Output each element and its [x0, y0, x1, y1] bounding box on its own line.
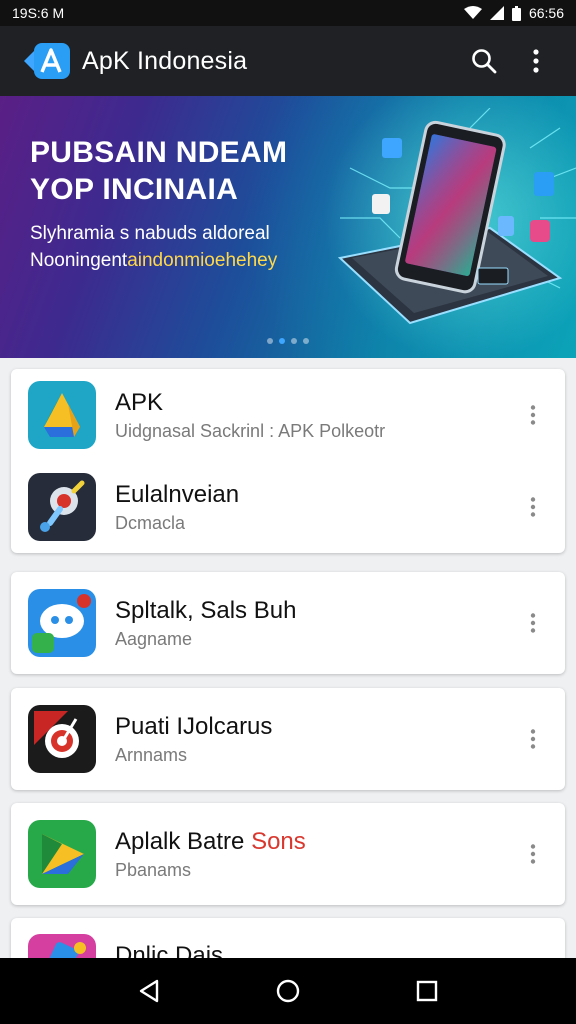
app-subtitle: Dcmacla: [115, 512, 186, 533]
back-button[interactable]: [119, 961, 179, 1021]
banner-headline-line2: YOP INCINAIA: [30, 173, 239, 206]
app-card: Spltalk, Sals Buh Aagname: [11, 572, 565, 674]
more-vert-icon: [530, 405, 536, 425]
app-subtitle: Pbanams: [115, 859, 192, 880]
banner-headline-line1: PUBSAIN NDEAM: [30, 136, 288, 169]
app-name-prefix: Aplalk Batre: [115, 827, 245, 855]
banner-sub-line1: Slyhramia s nabuds aldoreal: [30, 223, 270, 244]
page-dot: [291, 338, 297, 344]
target-icon: [28, 705, 96, 773]
banner-sub-prefix: Nooningent: [30, 250, 128, 271]
app-logo-icon: [24, 43, 70, 79]
banner-sub-highlight: aindonmioehehey: [127, 250, 278, 271]
app-title: ApK Indonesia: [82, 46, 248, 75]
list-item[interactable]: Dnlic Dais: [11, 918, 565, 958]
home-button[interactable]: [258, 961, 318, 1021]
app-name: Aplalk Batre Sons: [115, 828, 565, 856]
joystick-icon: [28, 473, 96, 541]
banner-page-indicator: [0, 338, 576, 344]
list-item[interactable]: Spltalk, Sals Buh Aagname: [11, 572, 565, 674]
item-more-button[interactable]: [519, 719, 547, 759]
list-item[interactable]: Eulalnveian Dcmacla: [11, 461, 565, 553]
app-subtitle: Uidgnasal Sackrinl : APK Polkeotr: [115, 420, 386, 441]
signal-icon: [489, 6, 504, 20]
item-more-button[interactable]: [519, 487, 547, 527]
battery-icon: [511, 5, 521, 21]
drive-green-icon: [28, 820, 96, 888]
wifi-icon: [463, 6, 482, 19]
app-card: Puati IJolcarus Arnnams: [11, 688, 565, 790]
overflow-menu-button[interactable]: [510, 35, 562, 87]
back-triangle-icon: [140, 979, 159, 1003]
app-name: Eulalnveian: [115, 480, 240, 508]
app-name: APK: [115, 388, 164, 416]
app-card: Aplalk Batre Sons Pbanams: [11, 803, 565, 905]
banner-sub-line2: Nooningentaindonmioehehey: [30, 247, 330, 274]
list-item[interactable]: Aplalk Batre Sons Pbanams: [11, 803, 565, 905]
home-circle-icon: [276, 979, 300, 1003]
phone-illustration: [337, 108, 576, 325]
promo-banner[interactable]: PUBSAIN NDEAM YOP INCINAIA Slyhramia s n…: [0, 96, 576, 358]
item-more-button[interactable]: [519, 603, 547, 643]
status-time-left: 19S:6 M: [12, 5, 65, 21]
status-time-right: 66:56: [528, 5, 564, 21]
page-dot: [267, 338, 273, 344]
recents-button[interactable]: [397, 961, 457, 1021]
app-name: Dnlic Dais: [115, 942, 224, 958]
system-nav-bar: [0, 958, 576, 1024]
more-vert-icon: [530, 729, 536, 749]
page-dot-active: [279, 338, 285, 344]
list-item[interactable]: APK Uidgnasal Sackrinl : APK Polkeotr: [11, 369, 565, 461]
status-bar: 19S:6 M 66:56: [0, 0, 576, 26]
more-vert-icon: [530, 613, 536, 633]
banner-subtitle: Slyhramia s nabuds aldoreal Nooningentai…: [30, 220, 330, 274]
status-icons: 66:56: [463, 5, 564, 21]
item-more-button[interactable]: [519, 395, 547, 435]
app-name: Spltalk, Sals Buh: [115, 596, 297, 624]
search-icon: [472, 49, 497, 74]
app-card: APK Uidgnasal Sackrinl : APK Polkeotr Eu…: [11, 369, 565, 553]
app-card: Dnlic Dais: [11, 918, 565, 958]
chat-bubble-icon: [28, 589, 96, 657]
drive-triangle-icon: [28, 381, 96, 449]
page-dot: [303, 338, 309, 344]
item-more-button[interactable]: [519, 948, 547, 958]
app-bar: ApK Indonesia: [0, 26, 576, 96]
list-item[interactable]: Puati IJolcarus Arnnams: [11, 688, 565, 790]
pen-icon: [28, 934, 96, 958]
more-vert-icon: [530, 497, 536, 517]
item-more-button[interactable]: [519, 834, 547, 874]
banner-headline: PUBSAIN NDEAM YOP INCINAIA: [30, 134, 330, 208]
app-name-highlight: Sons: [251, 827, 306, 855]
app-subtitle: Arnnams: [115, 744, 188, 765]
search-button[interactable]: [458, 35, 510, 87]
recents-square-icon: [416, 980, 437, 1002]
app-name: Puati IJolcarus: [115, 712, 273, 740]
more-vert-icon: [530, 844, 536, 864]
more-vert-icon: [533, 49, 539, 73]
app-subtitle: Aagname: [115, 628, 193, 649]
